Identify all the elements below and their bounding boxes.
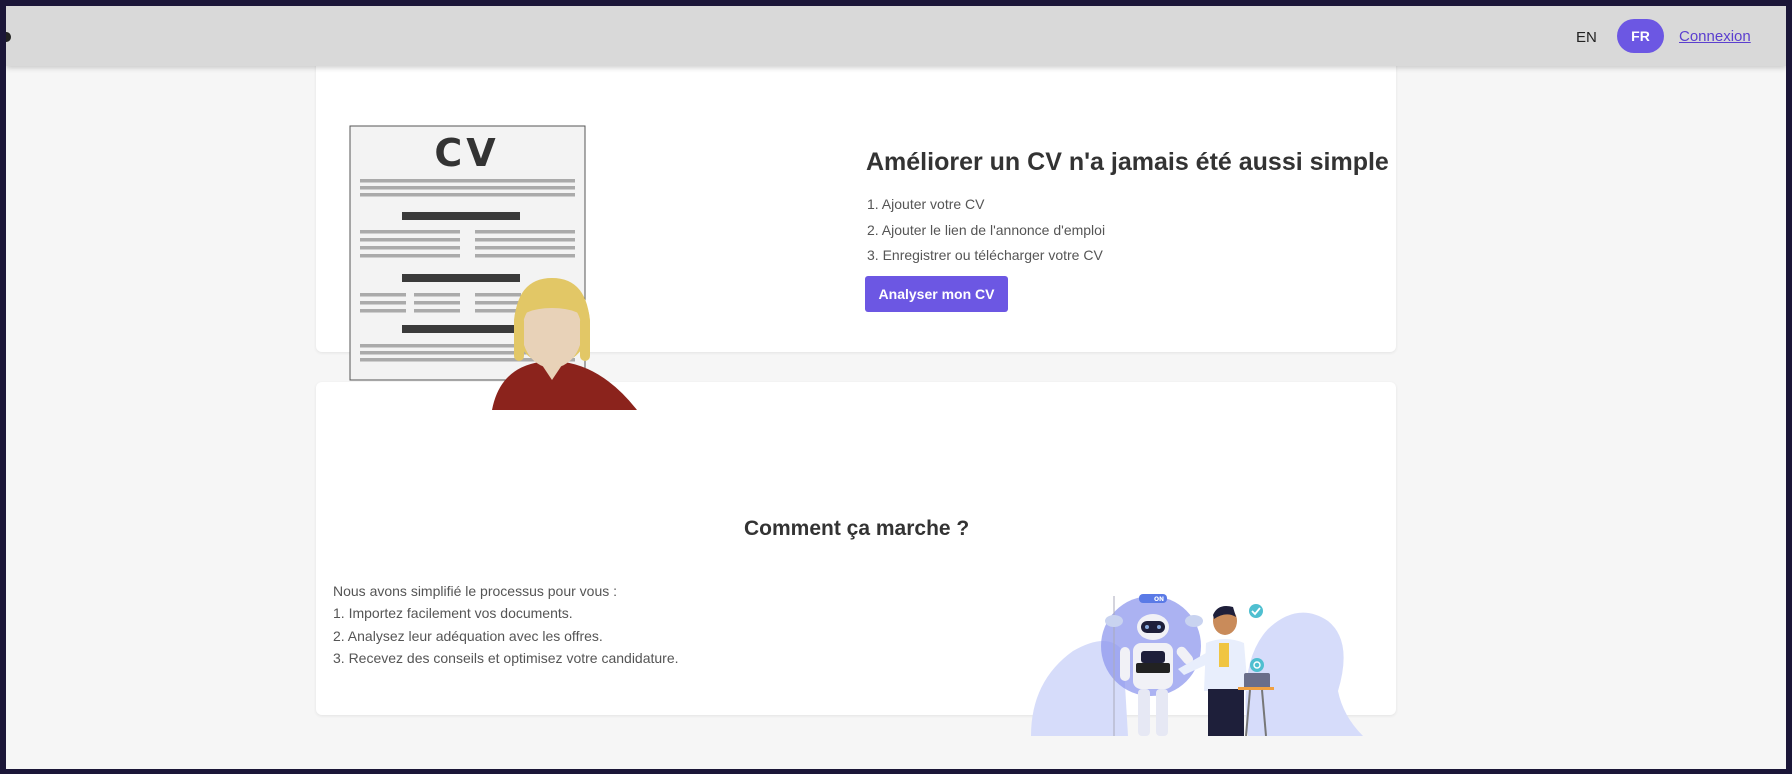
cv-woman-illustration: CV (349, 125, 637, 410)
hero-step: 2. Ajouter le lien de l'annonce d'emploi (867, 221, 1106, 238)
how-it-works-line: 2. Analysez leur adéquation avec les off… (333, 627, 603, 644)
hero-step: 3. Enregistrer ou télécharger votre CV (867, 247, 1103, 263)
how-it-works-intro: Nous avons simplifié le processus pour v… (333, 583, 618, 599)
how-it-works-text: Nous avons simplifié le processus pour v… (333, 581, 679, 670)
analyze-cv-button[interactable]: Analyser mon CV (865, 276, 1008, 312)
cv-label: CV (434, 131, 499, 175)
language-fr-button[interactable]: FR (1617, 19, 1664, 53)
hero-title: Améliorer un CV n'a jamais été aussi sim… (866, 148, 1389, 176)
language-en-button[interactable]: EN (1576, 29, 1597, 46)
how-it-works-line: 1. Importez facilement vos documents. (333, 605, 573, 622)
how-it-works-title: Comment ça marche ? (744, 517, 970, 540)
hero-steps-list: 1. Ajouter votre CV 2. Ajouter le lien d… (867, 194, 1105, 271)
browser-viewport: EN FR Connexion CV Améliorer un CV n'a j… (6, 6, 1786, 769)
login-link[interactable]: Connexion (1679, 28, 1751, 45)
hero-step: 1. Ajouter votre CV (867, 196, 985, 212)
edge-dot-icon (6, 32, 11, 42)
robot-person-illustration: ON (1031, 594, 1363, 736)
top-navigation-bar: EN FR Connexion (6, 6, 1786, 66)
robot-badge: ON (1154, 596, 1164, 603)
how-it-works-line: 3. Recevez des conseils et optimisez vot… (333, 649, 679, 666)
